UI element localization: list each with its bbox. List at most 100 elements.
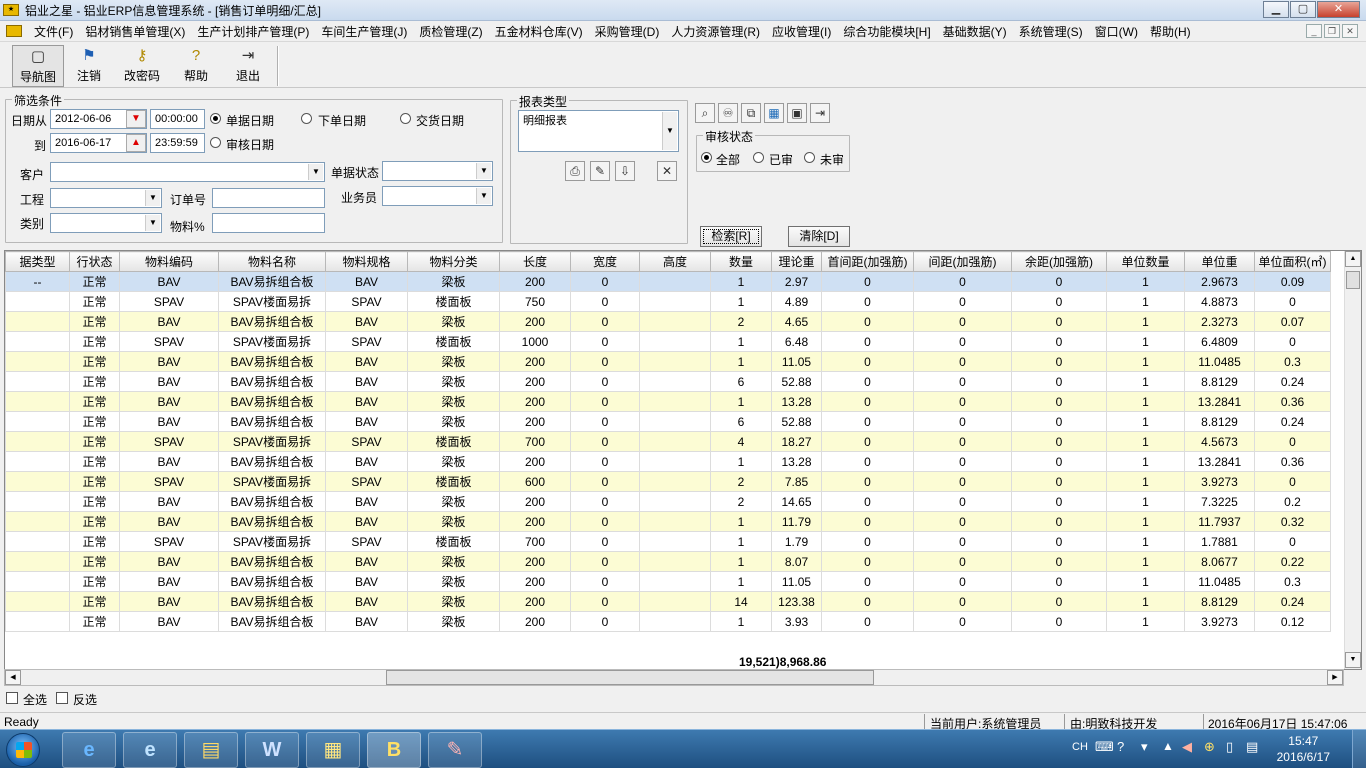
- clear-button[interactable]: 清除[D]: [788, 226, 850, 247]
- taskbar-erp-icon[interactable]: B: [367, 732, 421, 768]
- scroll-up-icon[interactable]: ▲: [1345, 251, 1361, 267]
- menu-composite[interactable]: 综合功能模块[H]: [837, 23, 936, 40]
- column-header[interactable]: 单位数量: [1106, 251, 1185, 272]
- table-row[interactable]: 正常 SPAV SPAV楼面易拆 SPAV 楼面板 600 0 2 7.85 0 0 0 1 3.9273…: [5, 471, 1331, 492]
- date-from-input[interactable]: 2012-06-06 ▼: [50, 109, 147, 129]
- doc-status-select[interactable]: ▼: [382, 161, 493, 181]
- search-button[interactable]: 检索[R]: [700, 226, 762, 247]
- chevron-down-icon[interactable]: ▼: [662, 112, 677, 150]
- nav-button[interactable]: ▢ 导航图: [12, 45, 64, 87]
- scroll-down-icon[interactable]: ▼: [1345, 652, 1361, 668]
- device-icon[interactable]: ▯: [1226, 739, 1233, 755]
- close-button[interactable]: ✕: [1317, 1, 1360, 18]
- table-row[interactable]: 正常 SPAV SPAV楼面易拆 SPAV 楼面板 700 0 1 1.79 0 0 0 1 1.7881…: [5, 531, 1331, 552]
- options-icon[interactable]: ▾: [1141, 739, 1148, 755]
- menu-basic-data[interactable]: 基础数据(Y): [937, 23, 1013, 40]
- taskbar-explorer-icon[interactable]: ▤: [184, 732, 238, 768]
- salesman-select[interactable]: ▼: [382, 186, 493, 206]
- radio-audit-audited[interactable]: [753, 152, 764, 163]
- project-select[interactable]: ▼: [50, 188, 162, 208]
- column-header[interactable]: 行状态: [69, 251, 120, 272]
- table-row[interactable]: 正常 BAV BAV易拆组合板 BAV 梁板 200 0 14 123.38 0 0 0 1 8.8129…: [5, 591, 1331, 612]
- column-header[interactable]: 数量: [710, 251, 772, 272]
- horizontal-scrollbar[interactable]: ◀ ▶: [4, 669, 1344, 686]
- radio-order-date[interactable]: [301, 113, 312, 124]
- radio-doc-date[interactable]: [210, 113, 221, 124]
- category-select[interactable]: ▼: [50, 213, 162, 233]
- radio-audit-all[interactable]: [701, 152, 712, 163]
- column-header[interactable]: 间距(加强筋): [913, 251, 1012, 272]
- data-grid[interactable]: 据类型 行状态 物料编码 物料名称 物料规格 物料分类 长度 宽度 高度 数量 理论重 首间距(加强筋…: [4, 250, 1362, 670]
- date-from-picker-icon[interactable]: ▼: [126, 110, 146, 128]
- table-row[interactable]: 正常 SPAV SPAV楼面易拆 SPAV 楼面板 1000 0 1 6.48 0 0 0 1 6.480…: [5, 331, 1331, 352]
- child-close-button[interactable]: ✕: [1342, 24, 1358, 38]
- column-header[interactable]: 高度: [639, 251, 711, 272]
- radio-audit-date[interactable]: [210, 137, 221, 148]
- menu-quality[interactable]: 质检管理(Z): [413, 23, 488, 40]
- column-header[interactable]: 宽度: [570, 251, 640, 272]
- start-button[interactable]: [6, 733, 40, 767]
- chart-icon[interactable]: ▦: [764, 103, 784, 123]
- copy-icon[interactable]: ⧉: [741, 103, 761, 123]
- help-tray-icon[interactable]: ?: [1117, 739, 1124, 754]
- chevron-down-icon[interactable]: ▼: [308, 164, 323, 180]
- column-header[interactable]: 物料编码: [119, 251, 219, 272]
- child-minimize-button[interactable]: _: [1306, 24, 1322, 38]
- date-to-input[interactable]: 2016-06-17 ▲: [50, 133, 147, 153]
- invert-selection-checkbox[interactable]: [56, 692, 68, 704]
- chevron-down-icon[interactable]: ▼: [145, 215, 160, 231]
- report-design-icon[interactable]: ✎: [590, 161, 610, 181]
- scroll-right-icon[interactable]: ▶: [1327, 670, 1343, 685]
- network-icon[interactable]: ▤: [1246, 739, 1258, 755]
- table-row[interactable]: 正常 BAV BAV易拆组合板 BAV 梁板 200 0 2 14.65 0 0 0 1 7.3225 0.…: [5, 491, 1331, 512]
- help-button[interactable]: ? 帮助: [176, 45, 216, 87]
- vertical-scrollbar[interactable]: ▲ ▼: [1344, 251, 1361, 669]
- chevron-down-icon[interactable]: ▼: [476, 188, 491, 204]
- vertical-scroll-thumb[interactable]: [1346, 271, 1360, 289]
- preview-icon[interactable]: ⌕: [695, 103, 715, 123]
- chevron-down-icon[interactable]: ▼: [476, 163, 491, 179]
- table-row[interactable]: 正常 BAV BAV易拆组合板 BAV 梁板 200 0 1 3.93 0 0 0 1 3.9273 0.1…: [5, 611, 1331, 632]
- report-preview-icon[interactable]: ⎙: [565, 161, 585, 181]
- table-row[interactable]: 正常 BAV BAV易拆组合板 BAV 梁板 200 0 6 52.88 0 0 0 1 8.8129 0.…: [5, 411, 1331, 432]
- material-pct-input[interactable]: [212, 213, 325, 233]
- column-header[interactable]: 首间距(加强筋): [821, 251, 914, 272]
- show-desktop-button[interactable]: [1352, 730, 1366, 768]
- table-row[interactable]: 正常 BAV BAV易拆组合板 BAV 梁板 200 0 1 11.05 0 0 0 1 11.0485 0…: [5, 351, 1331, 372]
- menu-purchasing[interactable]: 采购管理(D): [589, 23, 666, 40]
- menu-production-plan[interactable]: 生产计划排产管理(P): [191, 23, 315, 40]
- column-header[interactable]: 单位面积(㎡): [1254, 251, 1331, 272]
- menu-window[interactable]: 窗口(W): [1089, 23, 1144, 40]
- change-password-button[interactable]: ⚷ 改密码: [118, 45, 166, 87]
- minimize-button[interactable]: ▁: [1263, 1, 1289, 18]
- menu-workshop[interactable]: 车间生产管理(J): [315, 23, 413, 40]
- table-row[interactable]: 正常 BAV BAV易拆组合板 BAV 梁板 200 0 1 11.05 0 0 0 1 11.0485 0…: [5, 571, 1331, 592]
- report-type-select[interactable]: 明细报表 ▼: [518, 110, 679, 152]
- menu-file[interactable]: 文件(F): [28, 23, 79, 40]
- table-row[interactable]: 正常 BAV BAV易拆组合板 BAV 梁板 200 0 1 11.79 0 0 0 1 11.7937 0…: [5, 511, 1331, 532]
- table-row[interactable]: 正常 BAV BAV易拆组合板 BAV 梁板 200 0 6 52.88 0 0 0 1 8.8129 0.…: [5, 371, 1331, 392]
- table-row[interactable]: 正常 BAV BAV易拆组合板 BAV 梁板 200 0 1 13.28 0 0 0 1 13.2841 0…: [5, 451, 1331, 472]
- system-clock[interactable]: 15:47 2016/6/17: [1277, 733, 1330, 765]
- chevron-down-icon[interactable]: ▼: [145, 190, 160, 206]
- show-hidden-icons[interactable]: ▲: [1162, 739, 1174, 753]
- menu-receivables[interactable]: 应收管理(I): [766, 23, 837, 40]
- radio-delivery-date[interactable]: [400, 113, 411, 124]
- table-row[interactable]: 正常 SPAV SPAV楼面易拆 SPAV 楼面板 700 0 4 18.27 0 0 0 1 4.567…: [5, 431, 1331, 452]
- time-from-input[interactable]: 00:00:00: [150, 109, 205, 129]
- select-all-checkbox[interactable]: [6, 692, 18, 704]
- column-header[interactable]: 理论重: [771, 251, 822, 272]
- column-header[interactable]: 物料分类: [407, 251, 500, 272]
- taskbar-browser-icon[interactable]: e: [123, 732, 177, 768]
- menu-sales[interactable]: 铝材销售单管理(X): [79, 23, 191, 40]
- column-header[interactable]: 据类型: [5, 251, 70, 272]
- shield-icon[interactable]: ⊕: [1204, 739, 1215, 755]
- taskbar-notepad-icon[interactable]: ▦: [306, 732, 360, 768]
- exit-button[interactable]: ⇥ 退出: [228, 45, 268, 87]
- keyboard-icon[interactable]: ⌨: [1095, 739, 1114, 755]
- column-header[interactable]: 物料规格: [325, 251, 408, 272]
- column-header[interactable]: 长度: [499, 251, 571, 272]
- horizontal-scroll-thumb[interactable]: [386, 670, 874, 685]
- column-header[interactable]: 物料名称: [218, 251, 326, 272]
- table-row[interactable]: 正常 BAV BAV易拆组合板 BAV 梁板 200 0 2 4.65 0 0 0 1 2.3273 0.0…: [5, 311, 1331, 332]
